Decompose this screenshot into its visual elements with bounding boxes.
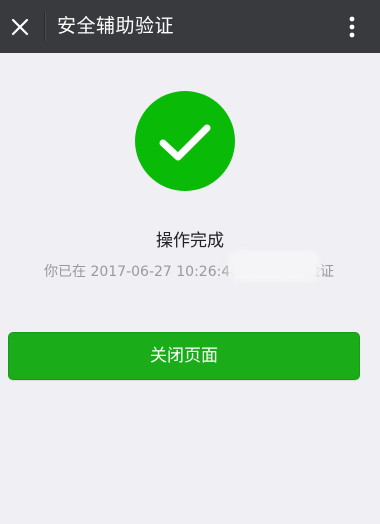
- close-icon: [11, 18, 29, 35]
- result-title: 操作完成: [156, 231, 224, 251]
- close-page-button[interactable]: 关闭页面: [8, 332, 360, 380]
- page-title: 安全辅助验证: [57, 15, 175, 37]
- more-menu-button[interactable]: [340, 0, 364, 53]
- redacted-mask: [228, 250, 320, 282]
- success-check-icon: [135, 91, 235, 191]
- topbar-divider: [44, 12, 45, 41]
- close-button[interactable]: [0, 0, 40, 53]
- more-vertical-icon: [349, 16, 355, 37]
- top-bar: 安全辅助验证: [0, 0, 380, 53]
